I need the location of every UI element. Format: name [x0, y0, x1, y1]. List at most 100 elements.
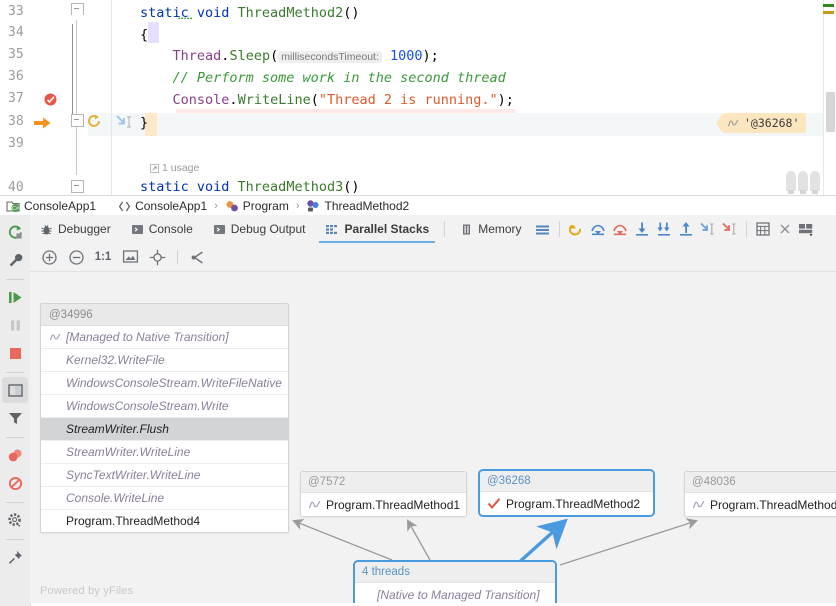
breadcrumb-item-namespace[interactable]: ConsoleApp1: [118, 199, 207, 213]
mute-breakpoints-icon[interactable]: [2, 470, 28, 496]
resume-program-icon[interactable]: [2, 284, 28, 310]
breadcrumb-item-class[interactable]: Program: [225, 199, 289, 213]
stripe-marker[interactable]: [823, 4, 834, 7]
fold-toggle-icon[interactable]: [71, 114, 84, 127]
thread-node[interactable]: @7572 Program.ThreadMethod1: [300, 471, 467, 517]
line-number: 36: [8, 69, 40, 84]
pin-icon[interactable]: [2, 544, 28, 570]
stack-frame-row[interactable]: StreamWriter.Flush: [41, 418, 288, 441]
thread-tooltip-tag[interactable]: '@36268': [723, 113, 806, 133]
debug-tab-bar[interactable]: Debugger Console Debug Output Parallel S…: [30, 215, 836, 244]
fold-toggle-icon[interactable]: [71, 180, 84, 193]
settings-gear-icon[interactable]: [2, 507, 28, 533]
step-out-icon[interactable]: [675, 218, 697, 240]
force-step-into-icon[interactable]: [653, 218, 675, 240]
set-next-statement-icon[interactable]: [114, 113, 136, 134]
stack-frame-row[interactable]: Console.WriteLine: [41, 487, 288, 510]
error-stripe-rail[interactable]: [823, 0, 836, 195]
thread-group-frame[interactable]: [Native to Managed Transition]: [355, 583, 555, 603]
force-step-over-icon[interactable]: [609, 218, 631, 240]
close-icon[interactable]: [774, 218, 796, 240]
stack-frame-row[interactable]: StreamWriter.WriteLine: [41, 441, 288, 464]
code-editor[interactable]: 33 34 35 36 37 38 39 40: [0, 0, 836, 195]
step-over-icon[interactable]: [587, 218, 609, 240]
thread-node-frame[interactable]: Program.ThreadMethod1: [301, 493, 466, 516]
stack-frame-row[interactable]: [Managed to Native Transition]: [41, 326, 288, 349]
parallel-stacks-canvas[interactable]: @34996 [Managed to Native Transition] Ke…: [30, 271, 836, 603]
force-run-to-cursor-icon[interactable]: [719, 218, 741, 240]
console-icon: [131, 223, 144, 236]
zoom-out-icon[interactable]: [65, 246, 87, 268]
debug-tool-rail[interactable]: [0, 215, 31, 606]
stack-frame-row[interactable]: SyncTextWriter.WriteLine: [41, 464, 288, 487]
thread-node-frame[interactable]: Program.ThreadMethod3: [685, 493, 836, 516]
code-token: Console: [173, 92, 230, 108]
layout-settings-icon[interactable]: [796, 218, 818, 240]
editor-gutter[interactable]: 33 34 35 36 37 38 39 40: [0, 0, 66, 195]
stack-frame-row[interactable]: WindowsConsoleStream.WriteFileNative: [41, 372, 288, 395]
fold-toggle-icon[interactable]: [71, 3, 84, 15]
line-number: 33: [8, 4, 40, 19]
stack-frame-label: WindowsConsoleStream.WriteFileNative: [66, 376, 282, 390]
recursion-marker-icon: [86, 113, 102, 134]
restart-frame-icon[interactable]: [565, 218, 587, 240]
filter-icon[interactable]: [2, 405, 28, 431]
step-into-icon[interactable]: [631, 218, 653, 240]
stack-frame-label: [Managed to Native Transition]: [66, 330, 229, 344]
code-folding-rail[interactable]: [66, 0, 88, 195]
zoom-in-icon[interactable]: [38, 246, 60, 268]
pause-program-icon[interactable]: [2, 312, 28, 338]
stack-frame-row[interactable]: Program.ThreadMethod4: [41, 510, 288, 532]
evaluate-expression-icon[interactable]: [752, 218, 774, 240]
code-token: {: [140, 27, 148, 43]
thread-group-header: 4 threads: [355, 562, 555, 583]
usage-inlay-hint[interactable]: 1 usage: [150, 162, 199, 174]
code-token: );: [498, 92, 514, 108]
stack-frame-row[interactable]: WindowsConsoleStream.Write: [41, 395, 288, 418]
memory-icon: [460, 223, 473, 236]
editor-scrollbar-thumb[interactable]: [826, 92, 835, 132]
breakpoint-icon[interactable]: [44, 93, 57, 106]
code-token: WriteLine: [238, 92, 311, 108]
thread-node[interactable]: @48036 Program.ThreadMethod3: [684, 471, 836, 517]
share-layout-icon[interactable]: [187, 246, 209, 268]
graph-zoom-toolbar[interactable]: 1:1: [30, 243, 836, 271]
transition-icon: [49, 331, 61, 343]
stack-node[interactable]: @34996 [Managed to Native Transition] Ke…: [40, 303, 289, 533]
thread-group-node[interactable]: 4 threads [Native to Managed Transition]: [353, 560, 557, 603]
stop-icon[interactable]: [2, 340, 28, 366]
yfiles-watermark: Powered by yFiles: [40, 585, 133, 597]
thread-node-header: @36268: [480, 471, 653, 492]
stripe-marker[interactable]: [823, 11, 834, 14]
layout-lines-icon[interactable]: [532, 218, 554, 240]
tab-debugger[interactable]: Debugger: [30, 216, 121, 243]
code-token: );: [423, 48, 439, 64]
stack-frame-label: StreamWriter.Flush: [66, 422, 169, 436]
transition-icon: [692, 498, 705, 511]
rerun-icon[interactable]: [2, 219, 28, 245]
fit-content-icon[interactable]: [119, 246, 141, 268]
stack-frame-row[interactable]: Kernel32.WriteFile: [41, 349, 288, 372]
thread-frame-label: Program.ThreadMethod2: [506, 497, 640, 511]
code-token: (: [311, 92, 319, 108]
code-token: "Thread 2 is running.": [319, 92, 498, 108]
tab-debug-output[interactable]: Debug Output: [203, 216, 316, 243]
breadcrumb-item-method[interactable]: ThreadMethod2: [306, 199, 409, 213]
tab-memory[interactable]: Memory: [450, 216, 531, 243]
transition-icon: [308, 498, 321, 511]
code-token: void: [197, 179, 238, 195]
thread-node-frame[interactable]: Program.ThreadMethod2: [480, 492, 653, 515]
run-to-cursor-icon[interactable]: [697, 218, 719, 240]
breadcrumb-label: ConsoleApp1: [135, 199, 207, 213]
layout-columns-icon[interactable]: [2, 377, 28, 403]
zoom-actual-size-icon[interactable]: 1:1: [92, 246, 114, 268]
view-breakpoints-icon[interactable]: [2, 442, 28, 468]
tab-console[interactable]: Console: [121, 216, 203, 243]
tab-parallel-stacks[interactable]: Parallel Stacks: [315, 216, 439, 243]
breadcrumb-item-project[interactable]: C# ConsoleApp1: [6, 199, 96, 213]
settings-wrench-icon[interactable]: [2, 247, 28, 273]
center-selection-icon[interactable]: [146, 246, 168, 268]
breadcrumb[interactable]: C# ConsoleApp1 ConsoleApp1 › Program › T…: [0, 195, 836, 216]
thread-node-current[interactable]: @36268 Program.ThreadMethod2: [478, 469, 655, 517]
stack-frame-label: WindowsConsoleStream.Write: [66, 399, 229, 413]
